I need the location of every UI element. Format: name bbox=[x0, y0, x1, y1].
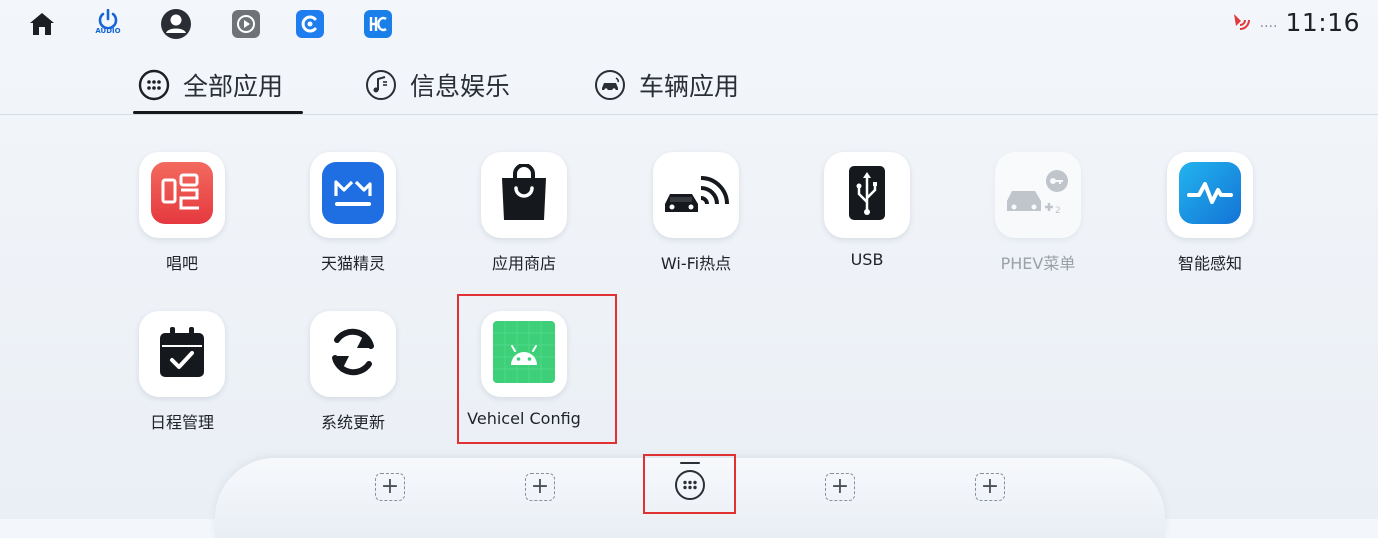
tab-label: 车辆应用 bbox=[639, 72, 740, 101]
active-tab-indicator bbox=[133, 111, 303, 114]
clock: 11:16 bbox=[1285, 8, 1360, 37]
tab-vehicle-apps[interactable]: 车辆应用 bbox=[593, 60, 739, 110]
add-slot-icon[interactable]: + bbox=[825, 473, 855, 501]
app-tile[interactable] bbox=[139, 152, 225, 238]
pulse-icon bbox=[1179, 162, 1241, 228]
video-icon[interactable] bbox=[230, 8, 262, 40]
status-bar: AUDIO .... 11:16 bbox=[0, 0, 1378, 56]
app-label: Wi-Fi热点 bbox=[660, 254, 732, 273]
app-label: 唱吧 bbox=[165, 254, 198, 273]
app-usb[interactable]: USB bbox=[797, 152, 937, 302]
app-label: 日程管理 bbox=[149, 413, 214, 432]
app-phev-menu[interactable]: 2 PHEV菜单 bbox=[968, 152, 1108, 302]
add-slot-icon[interactable]: + bbox=[375, 473, 405, 501]
status-right: .... 11:16 bbox=[1230, 8, 1360, 37]
c-app-icon[interactable] bbox=[294, 8, 326, 40]
app-tile[interactable] bbox=[310, 311, 396, 397]
hc-app-icon[interactable] bbox=[362, 8, 394, 40]
app-label: 天猫精灵 bbox=[320, 254, 385, 273]
dock-slot-4[interactable]: + bbox=[823, 470, 857, 504]
dock-slot-1[interactable]: + bbox=[373, 470, 407, 504]
app-tile[interactable] bbox=[139, 311, 225, 397]
tmall-genie-icon bbox=[322, 162, 384, 228]
highlight-box-dock bbox=[643, 454, 736, 514]
audio-label: AUDIO bbox=[95, 27, 121, 35]
phev-car-icon: 2 bbox=[1005, 167, 1071, 223]
music-note-icon bbox=[364, 68, 398, 102]
tab-infotainment[interactable]: 信息娱乐 bbox=[364, 60, 510, 110]
user-icon[interactable] bbox=[160, 8, 192, 40]
app-label: 系统更新 bbox=[320, 413, 385, 432]
refresh-icon bbox=[325, 324, 381, 384]
app-smart-sensing[interactable]: 智能感知 bbox=[1140, 152, 1280, 302]
app-changba[interactable]: 唱吧 bbox=[112, 152, 252, 302]
tab-all-apps[interactable]: 全部应用 bbox=[137, 60, 283, 110]
app-tile[interactable] bbox=[1167, 152, 1253, 238]
app-label: 智能感知 bbox=[1177, 254, 1242, 273]
signal-icon bbox=[1230, 10, 1252, 36]
app-tile[interactable] bbox=[310, 152, 396, 238]
app-system-update[interactable]: 系统更新 bbox=[283, 311, 423, 461]
calendar-check-icon bbox=[158, 325, 206, 383]
grid-dots-icon bbox=[137, 68, 171, 102]
home-icon[interactable] bbox=[26, 8, 58, 40]
app-tmall-genie[interactable]: 天猫精灵 bbox=[283, 152, 423, 302]
car-wifi-icon bbox=[663, 168, 729, 222]
app-wifi-hotspot[interactable]: Wi-Fi热点 bbox=[626, 152, 766, 302]
more-indicator: .... bbox=[1259, 14, 1278, 31]
usb-icon bbox=[843, 164, 891, 226]
add-slot-icon[interactable]: + bbox=[975, 473, 1005, 501]
add-slot-icon[interactable]: + bbox=[525, 473, 555, 501]
highlight-box-app bbox=[457, 294, 617, 444]
app-store[interactable]: 应用商店 bbox=[454, 152, 594, 302]
app-label: USB bbox=[850, 250, 884, 269]
app-tile[interactable] bbox=[481, 152, 567, 238]
category-tabs: 全部应用 信息娱乐 车辆应用 bbox=[0, 56, 1378, 115]
app-schedule[interactable]: 日程管理 bbox=[112, 311, 252, 461]
app-tile[interactable]: 2 bbox=[995, 152, 1081, 238]
app-label: PHEV菜单 bbox=[1000, 254, 1076, 273]
tab-label: 全部应用 bbox=[183, 72, 284, 101]
tab-label: 信息娱乐 bbox=[410, 72, 511, 101]
svg-text:2: 2 bbox=[1055, 206, 1061, 216]
shopping-bag-icon bbox=[496, 163, 552, 226]
power-audio-icon[interactable]: AUDIO bbox=[92, 6, 124, 38]
app-tile[interactable] bbox=[653, 152, 739, 238]
app-label: 应用商店 bbox=[491, 254, 556, 273]
changba-icon bbox=[151, 162, 213, 228]
dock-slot-5[interactable]: + bbox=[973, 470, 1007, 504]
dock-slot-2[interactable]: + bbox=[523, 470, 557, 504]
car-icon bbox=[593, 68, 627, 102]
app-tile[interactable] bbox=[824, 152, 910, 238]
